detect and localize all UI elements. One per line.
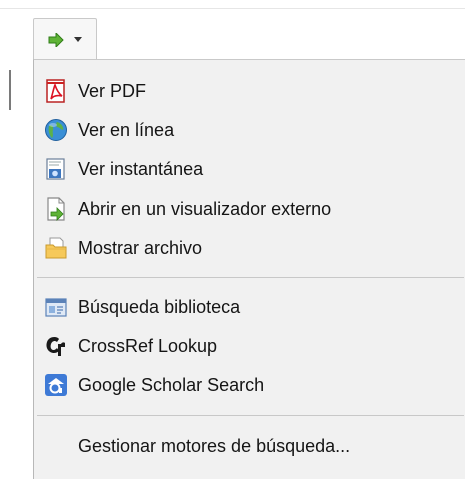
menu-item-view-pdf[interactable]: Ver PDF xyxy=(34,72,464,110)
menu-item-label: Abrir en un visualizador externo xyxy=(78,199,332,219)
library-search-icon xyxy=(44,295,68,319)
menu-item-label: Ver PDF xyxy=(78,81,147,101)
crossref-icon xyxy=(44,334,68,358)
external-viewer-icon xyxy=(44,197,68,221)
toolbar xyxy=(0,0,465,60)
folder-icon xyxy=(44,236,68,260)
menu-item-google-scholar-search[interactable]: Google Scholar Search xyxy=(34,366,464,404)
google-scholar-icon xyxy=(44,373,68,397)
snapshot-icon xyxy=(44,157,68,181)
menu-separator xyxy=(37,415,464,416)
menu-item-manage-search-engines[interactable]: Gestionar motores de búsqueda... xyxy=(34,427,464,465)
toolbar-divider xyxy=(0,8,465,9)
menu-item-crossref-lookup[interactable]: CrossRef Lookup xyxy=(34,327,464,365)
menu-item-view-online[interactable]: Ver en línea xyxy=(34,111,464,149)
pdf-icon xyxy=(44,79,68,103)
menu-item-show-file[interactable]: Mostrar archivo xyxy=(34,229,464,267)
menu-item-label: Búsqueda biblioteca xyxy=(78,297,241,317)
menu-item-library-search[interactable]: Búsqueda biblioteca xyxy=(34,288,464,326)
menu-item-label: Ver en línea xyxy=(78,120,175,140)
menu-item-open-external-viewer[interactable]: Abrir en un visualizador externo xyxy=(34,190,464,228)
open-options-menu: Ver PDF Ver en línea Ver instantánea Abr… xyxy=(33,59,465,479)
menu-item-label: Mostrar archivo xyxy=(78,238,203,258)
menu-item-label: Google Scholar Search xyxy=(78,375,265,395)
green-arrow-icon[interactable] xyxy=(48,32,64,47)
window-edge xyxy=(9,70,11,110)
open-menu-split-button[interactable] xyxy=(33,18,97,60)
chevron-down-icon[interactable] xyxy=(74,36,82,43)
menu-item-label: Gestionar motores de búsqueda... xyxy=(78,436,351,456)
menu-item-view-snapshot[interactable]: Ver instantánea xyxy=(34,150,464,188)
menu-item-label: CrossRef Lookup xyxy=(78,336,218,356)
globe-icon xyxy=(44,118,68,142)
menu-separator xyxy=(37,277,464,278)
menu-item-label: Ver instantánea xyxy=(78,159,204,179)
